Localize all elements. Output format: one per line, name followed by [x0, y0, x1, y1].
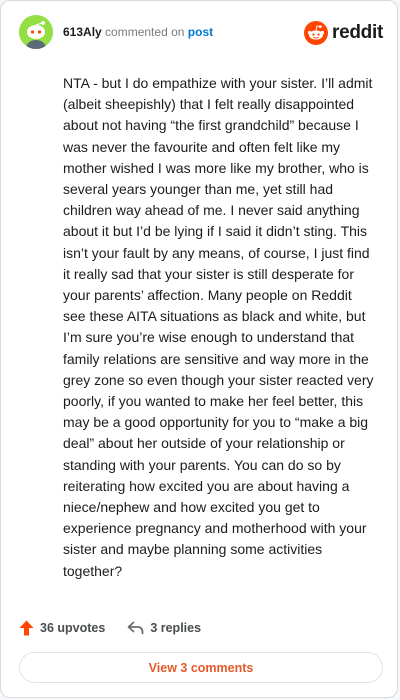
- comment-meta: 613Aly commented on post: [63, 25, 213, 39]
- snoo-avatar-icon: [19, 15, 53, 49]
- comment-actions: 36 upvotes 3 replies: [19, 617, 201, 639]
- user-avatar[interactable]: [19, 15, 53, 49]
- comment-header: 613Aly commented on post reddit: [19, 15, 383, 53]
- reddit-brand[interactable]: reddit: [304, 21, 383, 45]
- comment-card: 613Aly commented on post reddit NTA - bu…: [0, 0, 398, 698]
- commented-on-text: commented on: [105, 25, 185, 39]
- upvote-count: 36 upvotes: [40, 621, 106, 635]
- username[interactable]: 613Aly: [63, 25, 102, 39]
- post-link[interactable]: post: [188, 25, 213, 39]
- comment-body: NTA - but I do empathize with your siste…: [63, 75, 374, 579]
- reddit-wordmark: reddit: [332, 22, 383, 43]
- upvote-button[interactable]: 36 upvotes: [19, 620, 105, 636]
- replies-button[interactable]: 3 replies: [127, 621, 201, 635]
- upvote-arrow-icon: [19, 620, 34, 636]
- view-comments-label: View 3 comments: [148, 660, 254, 675]
- view-comments-button[interactable]: View 3 comments: [19, 652, 383, 683]
- reply-arrow-icon: [127, 621, 144, 635]
- replies-count: 3 replies: [150, 621, 202, 635]
- reddit-logo-icon: [304, 21, 329, 45]
